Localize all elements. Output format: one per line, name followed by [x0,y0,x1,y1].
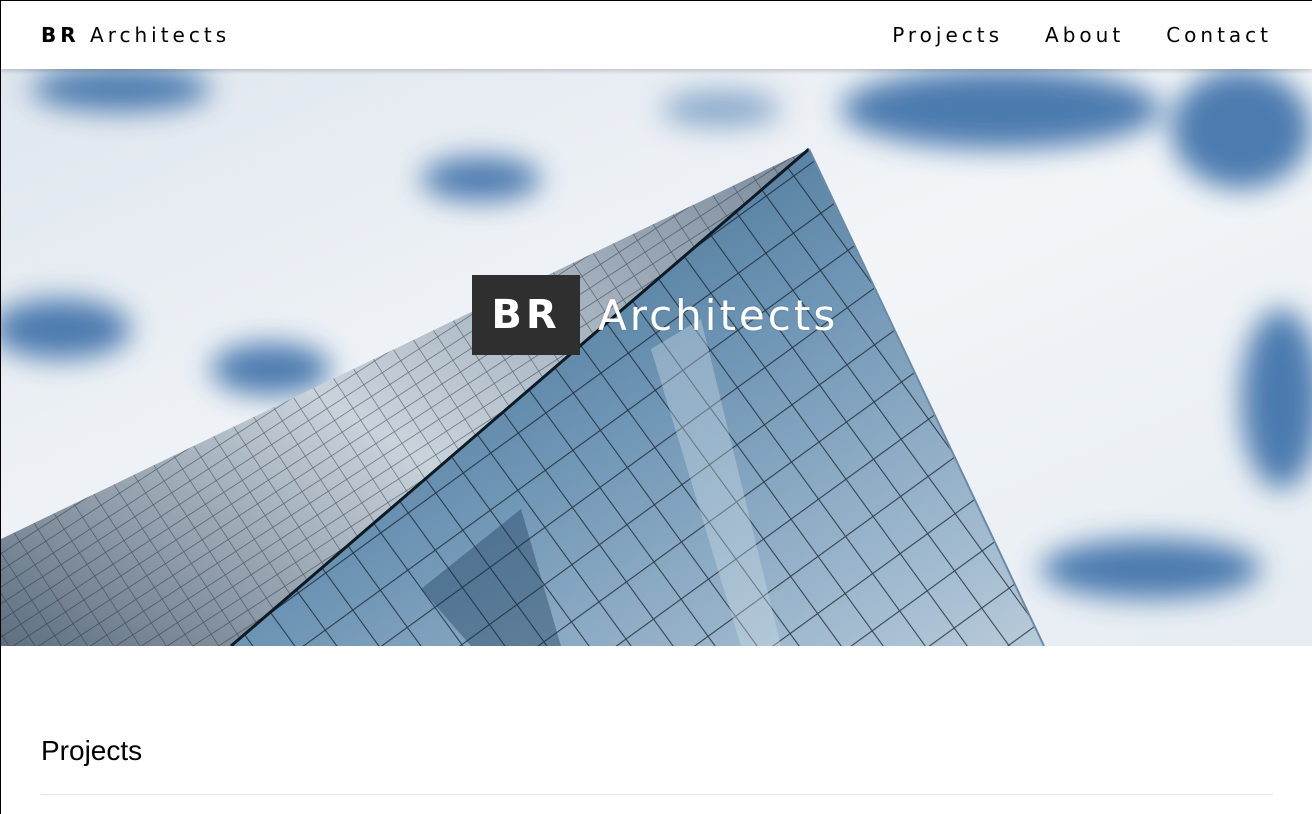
nav-link-about[interactable]: About [1045,23,1124,47]
hero-building-image [1,69,1312,646]
projects-section-title: Projects [41,735,143,766]
brand-logo-link[interactable]: BR Architects [41,23,230,47]
hero-banner: BR Architects [1,69,1312,646]
nav-link-projects[interactable]: Projects [892,23,1003,47]
brand-name: Architects [90,23,231,47]
top-navigation-bar: BR Architects Projects About Contact [1,1,1312,69]
hero-title: BR Architects [472,275,838,355]
hero-heading: Architects [598,290,839,340]
brand-initials: BR [41,23,80,47]
hero-logo-badge: BR [472,275,580,355]
section-divider [41,794,1273,795]
main-nav: Projects About Contact [892,23,1272,47]
nav-link-contact[interactable]: Contact [1166,23,1272,47]
